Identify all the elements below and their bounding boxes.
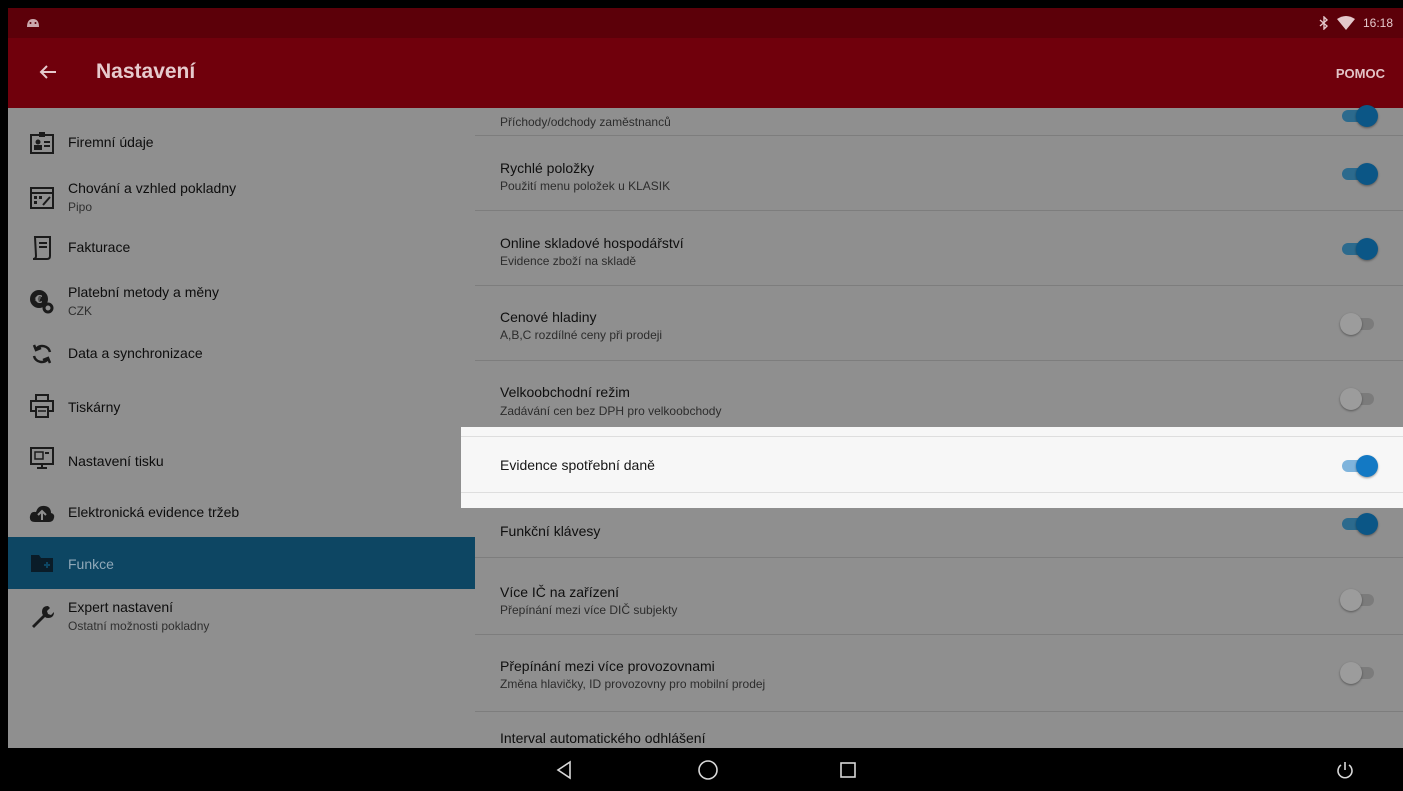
pref-title: Přepínání mezi více provozovnami: [500, 658, 715, 674]
pref-summary: Použití menu položek u KLASIK: [500, 179, 671, 193]
status-icons: 16:18: [1319, 16, 1393, 30]
pref-toggle[interactable]: [1340, 312, 1378, 336]
sidebar-item-label: Nastavení tisku: [68, 453, 164, 469]
sidebar-item-invoicing[interactable]: Fakturace: [8, 222, 475, 274]
pref-toggle[interactable]: [1340, 387, 1378, 411]
pref-toggle[interactable]: [1340, 661, 1378, 685]
sidebar-item-sub: CZK: [68, 304, 92, 318]
back-triangle-icon[interactable]: [552, 758, 576, 782]
sidebar-item-print-settings[interactable]: Nastavení tisku: [8, 432, 475, 484]
sidebar-item-label: Tiskárny: [68, 399, 121, 415]
pref-summary: Změna hlavičky, ID provozovny pro mobiln…: [500, 677, 766, 691]
sidebar-item-label: Expert nastavení: [68, 599, 174, 615]
bluetooth-icon: [1319, 16, 1328, 30]
pref-row-quick-items[interactable]: Rychlé položky Použití menu položek u KL…: [475, 136, 1403, 211]
sidebar-item-sub: Ostatní možnosti pokladny: [68, 619, 210, 633]
sync-icon: [32, 344, 52, 364]
pref-row-multiple-ic[interactable]: Více IČ na zařízení Přepínání mezi více …: [475, 558, 1403, 635]
pref-toggle[interactable]: [1340, 237, 1378, 261]
pref-title: Interval automatického odhlášení: [500, 730, 706, 746]
divider: [461, 492, 1403, 493]
pref-row-multiple-premises[interactable]: Přepínání mezi více provozovnami Změna h…: [475, 635, 1403, 712]
sidebar-item-label: Chování a vzhled pokladny: [68, 180, 237, 196]
pref-summary: Zadávání cen bez DPH pro velkoobchody: [500, 404, 722, 418]
pref-toggle[interactable]: [1340, 162, 1378, 186]
status-time: 16:18: [1362, 16, 1393, 30]
page-title: Nastavení: [96, 60, 196, 83]
svg-text:€: €: [34, 293, 43, 306]
divider: [461, 436, 1403, 437]
back-arrow-icon[interactable]: [36, 60, 60, 84]
screen: 16:18 Nastavení POMOC Firemní údaje Chov…: [8, 8, 1403, 791]
print-settings-icon: [30, 447, 54, 469]
pref-toggle[interactable]: [1340, 588, 1378, 612]
pref-title: Velkoobchodní režim: [500, 384, 630, 400]
pref-row-function-keys[interactable]: Funkční klávesy: [475, 508, 1403, 558]
sidebar-item-company[interactable]: Firemní údaje: [8, 118, 475, 170]
sidebar-item-sync[interactable]: Data a synchronizace: [8, 328, 475, 380]
pref-summary: Přepínání mezi více DIČ subjekty: [500, 603, 678, 617]
wrench-icon: [32, 606, 54, 628]
sidebar-item-functions[interactable]: Funkce: [8, 537, 475, 589]
pref-title: Rychlé položky: [500, 160, 595, 176]
sidebar-item-label: Platební metody a měny: [68, 284, 219, 300]
currency-settings-icon: €: [30, 290, 54, 314]
pref-row-excise-tax[interactable]: Evidence spotřební daně: [461, 427, 1403, 508]
sidebar-item-payments[interactable]: € Platební metody a měny CZK: [8, 274, 475, 326]
recents-square-icon[interactable]: [836, 758, 860, 782]
settings-sidebar: Firemní údaje Chování a vzhled pokladny …: [8, 108, 475, 748]
sidebar-item-label: Firemní údaje: [68, 134, 154, 150]
sidebar-item-label: Funkce: [68, 556, 114, 572]
sidebar-item-label: Elektronická evidence tržeb: [68, 504, 240, 520]
pref-summary: A,B,C rozdílné ceny při prodeji: [500, 328, 663, 342]
pref-toggle[interactable]: [1340, 104, 1378, 128]
home-circle-icon[interactable]: [696, 758, 720, 782]
sidebar-item-label: Data a synchronizace: [68, 345, 203, 361]
pref-summary: Evidence zboží na skladě: [500, 254, 637, 268]
printer-icon: [30, 394, 54, 418]
pref-toggle[interactable]: [1340, 512, 1378, 536]
pref-title: Funkční klávesy: [500, 523, 601, 539]
folder-plus-icon: [31, 555, 53, 572]
wifi-icon: [1336, 16, 1355, 30]
power-icon[interactable]: [1333, 758, 1357, 782]
sidebar-item-label: Fakturace: [68, 239, 131, 255]
company-card-icon: [30, 132, 54, 154]
status-bar: 16:18: [8, 8, 1403, 38]
pref-row-wholesale[interactable]: Velkoobchodní režim Zadávání cen bez DPH…: [475, 361, 1403, 436]
sidebar-item-sub: Pipo: [68, 200, 93, 214]
android-icon: [27, 19, 39, 27]
pref-row-price-levels[interactable]: Cenové hladiny A,B,C rozdílné ceny při p…: [475, 286, 1403, 361]
pref-toggle[interactable]: [1340, 454, 1378, 478]
pref-title: Více IČ na zařízení: [500, 584, 620, 600]
pref-row-attendance[interactable]: Příchody/odchody zaměstnanců: [475, 68, 1403, 136]
register-icon: [30, 187, 54, 209]
sidebar-item-eet[interactable]: Elektronická evidence tržeb: [8, 484, 475, 536]
pref-title: Online skladové hospodářství: [500, 235, 684, 251]
pref-title: Cenové hladiny: [500, 309, 597, 325]
pref-title: Evidence spotřební daně: [500, 457, 655, 473]
system-nav-bar: [8, 748, 1403, 791]
pref-summary: Příchody/odchody zaměstnanců: [500, 115, 671, 129]
invoice-icon: [32, 236, 51, 260]
sidebar-item-expert[interactable]: Expert nastavení Ostatní možnosti poklad…: [8, 589, 475, 641]
sidebar-item-register[interactable]: Chování a vzhled pokladny Pipo: [8, 170, 475, 222]
sidebar-item-printers[interactable]: Tiskárny: [8, 380, 475, 432]
cloud-upload-icon: [29, 505, 55, 522]
pref-row-online-stock[interactable]: Online skladové hospodářství Evidence zb…: [475, 211, 1403, 286]
